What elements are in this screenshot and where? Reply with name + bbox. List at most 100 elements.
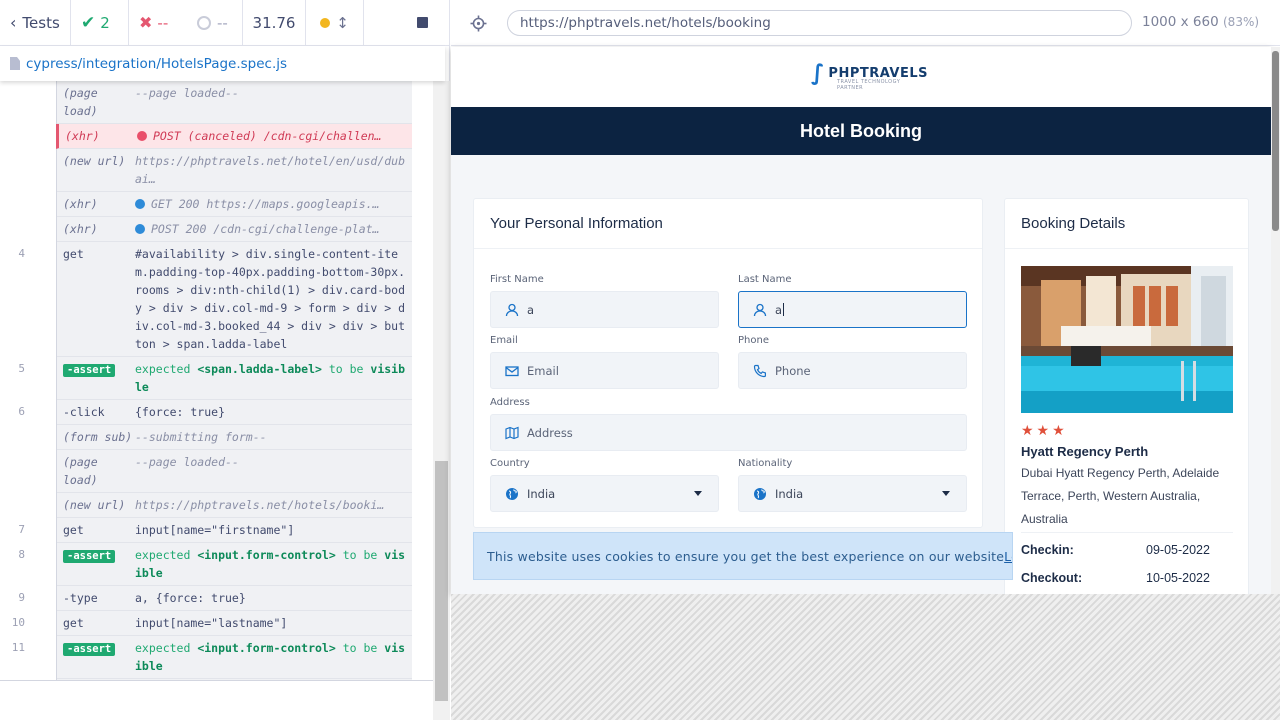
auto-scroll-toggle[interactable]: ↕ [306, 0, 364, 46]
command-row[interactable]: (page load) --page loaded-- [57, 81, 412, 124]
pending-count: -- [217, 13, 228, 32]
viewport-size: 1000 x 660 [1142, 14, 1219, 30]
phone-input[interactable]: Phone [738, 352, 967, 389]
command-row[interactable]: 11 -assert expected <input.form-control> t… [12, 636, 412, 679]
command-row[interactable]: (xhr) POST (canceled) /cdn-cgi/challen… [56, 124, 412, 149]
command-message: {force: true} [135, 405, 226, 419]
viewport-scale: (83%) [1223, 15, 1260, 29]
command-number: 9 [18, 591, 25, 604]
selector-playground-icon[interactable] [470, 15, 487, 32]
last-name-label: Last Name [738, 274, 792, 285]
first-name-label: First Name [490, 274, 544, 285]
command-message: expected <input.form-control> to be visi… [135, 546, 412, 582]
assert-sel: <span.ladda-label> [197, 362, 322, 376]
assert-pre: expected [135, 362, 198, 376]
logo-mark-icon: ∫ [811, 61, 825, 86]
booking-content: Your Personal Information First Name a L… [451, 155, 1271, 594]
pending-stat: -- [187, 0, 243, 46]
scrollbar-thumb[interactable] [435, 461, 448, 701]
assert-post: to be [335, 548, 385, 562]
passed-count: 2 [100, 13, 110, 32]
command-message: POST 200 /cdn-cgi/challenge-plat… [135, 220, 412, 238]
reporter-header: ‹ Tests ✔ 2 ✖ -- -- 31.76 ↕ [0, 0, 450, 46]
command-number: 7 [18, 523, 25, 536]
command-name: (xhr) [63, 197, 98, 211]
app-scrollbar[interactable] [1271, 47, 1280, 594]
pending-circle-icon [197, 15, 211, 30]
command-name: (page load) [63, 455, 98, 487]
command-name: (xhr) [65, 129, 100, 143]
command-row[interactable]: (page load) --page loaded-- [57, 450, 412, 493]
command-number: 8 [18, 548, 25, 561]
last-name-input[interactable]: a [738, 291, 967, 328]
command-row[interactable]: 6 -click {force: true} [18, 400, 412, 425]
command-message: --page loaded-- [135, 86, 239, 100]
cypress-reporter: ‹ Tests ✔ 2 ✖ -- -- 31.76 ↕ cypress/inte… [0, 0, 450, 720]
command-message: POST (canceled) /cdn-cgi/challen… [137, 127, 412, 145]
phone-icon [753, 364, 766, 377]
command-row[interactable]: 5 -assert expected <span.ladda-label> to b… [18, 357, 412, 400]
duration: 31.76 [243, 0, 306, 46]
personal-info-card: Your Personal Information First Name a L… [473, 198, 983, 528]
tests-back-button[interactable]: ‹ Tests [0, 0, 71, 46]
email-input[interactable]: Email [490, 352, 719, 389]
command-row[interactable]: (new url) https://phptravels.net/hotels/b… [57, 493, 412, 518]
command-message: https://phptravels.net/hotel/en/usd/duba… [135, 154, 406, 186]
booking-details-title: Booking Details [1005, 199, 1248, 249]
failed-count: -- [157, 13, 169, 32]
command-row[interactable]: 7 get input[name="firstname"] [18, 518, 412, 543]
checkout-value: 10-05-2022 [1146, 571, 1210, 585]
command-row[interactable]: 4 get #availability > div.single-content-i… [18, 242, 412, 357]
aut-url-bar[interactable]: https://phptravels.net/hotels/booking [507, 10, 1132, 36]
site-logo[interactable]: ∫ PHPTRAVELS TRAVEL TECHNOLOGY PARTNER [811, 61, 928, 91]
user-icon [505, 303, 519, 316]
command-name: -assert [57, 639, 135, 675]
page-banner: Hotel Booking [451, 107, 1271, 155]
reporter-scrollbar[interactable] [433, 81, 450, 720]
assert-badge: -assert [63, 550, 116, 563]
address-label: Address [490, 397, 530, 408]
checkin-value: 09-05-2022 [1146, 543, 1210, 557]
address-input[interactable]: Address [490, 414, 967, 451]
assert-pre: expected [135, 641, 198, 655]
first-name-input[interactable]: a [490, 291, 719, 328]
assert-post: to be [335, 641, 385, 655]
xhr-failed-dot-icon [137, 131, 147, 141]
command-row[interactable]: 10 get input[name="lastname"] [12, 611, 412, 636]
logo-subtitle: TRAVEL TECHNOLOGY PARTNER [837, 79, 901, 91]
command-row[interactable]: (form sub) --submitting form-- [57, 425, 412, 450]
command-message: a, {force: true} [135, 591, 246, 605]
phone-label: Phone [738, 335, 769, 346]
spec-file-name: cypress/integration/HotelsPage.spec.js [26, 55, 288, 72]
command-row[interactable]: (xhr) POST 200 /cdn-cgi/challenge-plat… [57, 217, 412, 242]
app-scrollbar-thumb[interactable] [1272, 51, 1279, 231]
passed-stat: ✔ 2 [71, 0, 129, 46]
command-message: #availability > div.single-content-item.… [135, 247, 406, 351]
hotel-photo [1021, 266, 1233, 413]
status-dot-icon [320, 17, 331, 28]
command-message: https://phptravels.net/hotels/booki… [135, 498, 385, 512]
hotel-stars: ★★★ [1021, 423, 1068, 439]
spec-file-path[interactable]: cypress/integration/HotelsPage.spec.js [0, 46, 445, 81]
nationality-select[interactable]: India [738, 475, 967, 512]
email-label: Email [490, 335, 518, 346]
command-message: input[name="firstname"] [135, 523, 295, 537]
command-row[interactable]: (new url) https://phptravels.net/hotel/en… [57, 149, 412, 192]
command-row[interactable]: 8 -assert expected <input.form-control> to… [18, 543, 412, 586]
country-select[interactable]: India [490, 475, 719, 512]
command-row[interactable]: (xhr) GET 200 https://maps.googleapis.… [57, 192, 412, 217]
command-row[interactable]: 9 -type a, {force: true} [18, 586, 412, 611]
failed-stat: ✖ -- [129, 0, 187, 46]
command-message: expected <span.ladda-label> to be visibl… [135, 360, 412, 396]
divider [1021, 532, 1233, 533]
xhr-ok-dot-icon [135, 224, 145, 234]
command-message: --page loaded-- [135, 455, 239, 469]
stop-button[interactable] [364, 0, 450, 46]
command-message-text: GET 200 https://maps.googleapis.… [151, 197, 380, 211]
cookie-learn-more-link[interactable]: Learn m [1004, 549, 1012, 564]
command-name: (form sub) [63, 430, 133, 444]
command-number: 10 [11, 616, 25, 629]
assert-badge: -assert [63, 364, 116, 377]
command-name: -assert [57, 360, 135, 396]
country-value: India [527, 486, 556, 501]
